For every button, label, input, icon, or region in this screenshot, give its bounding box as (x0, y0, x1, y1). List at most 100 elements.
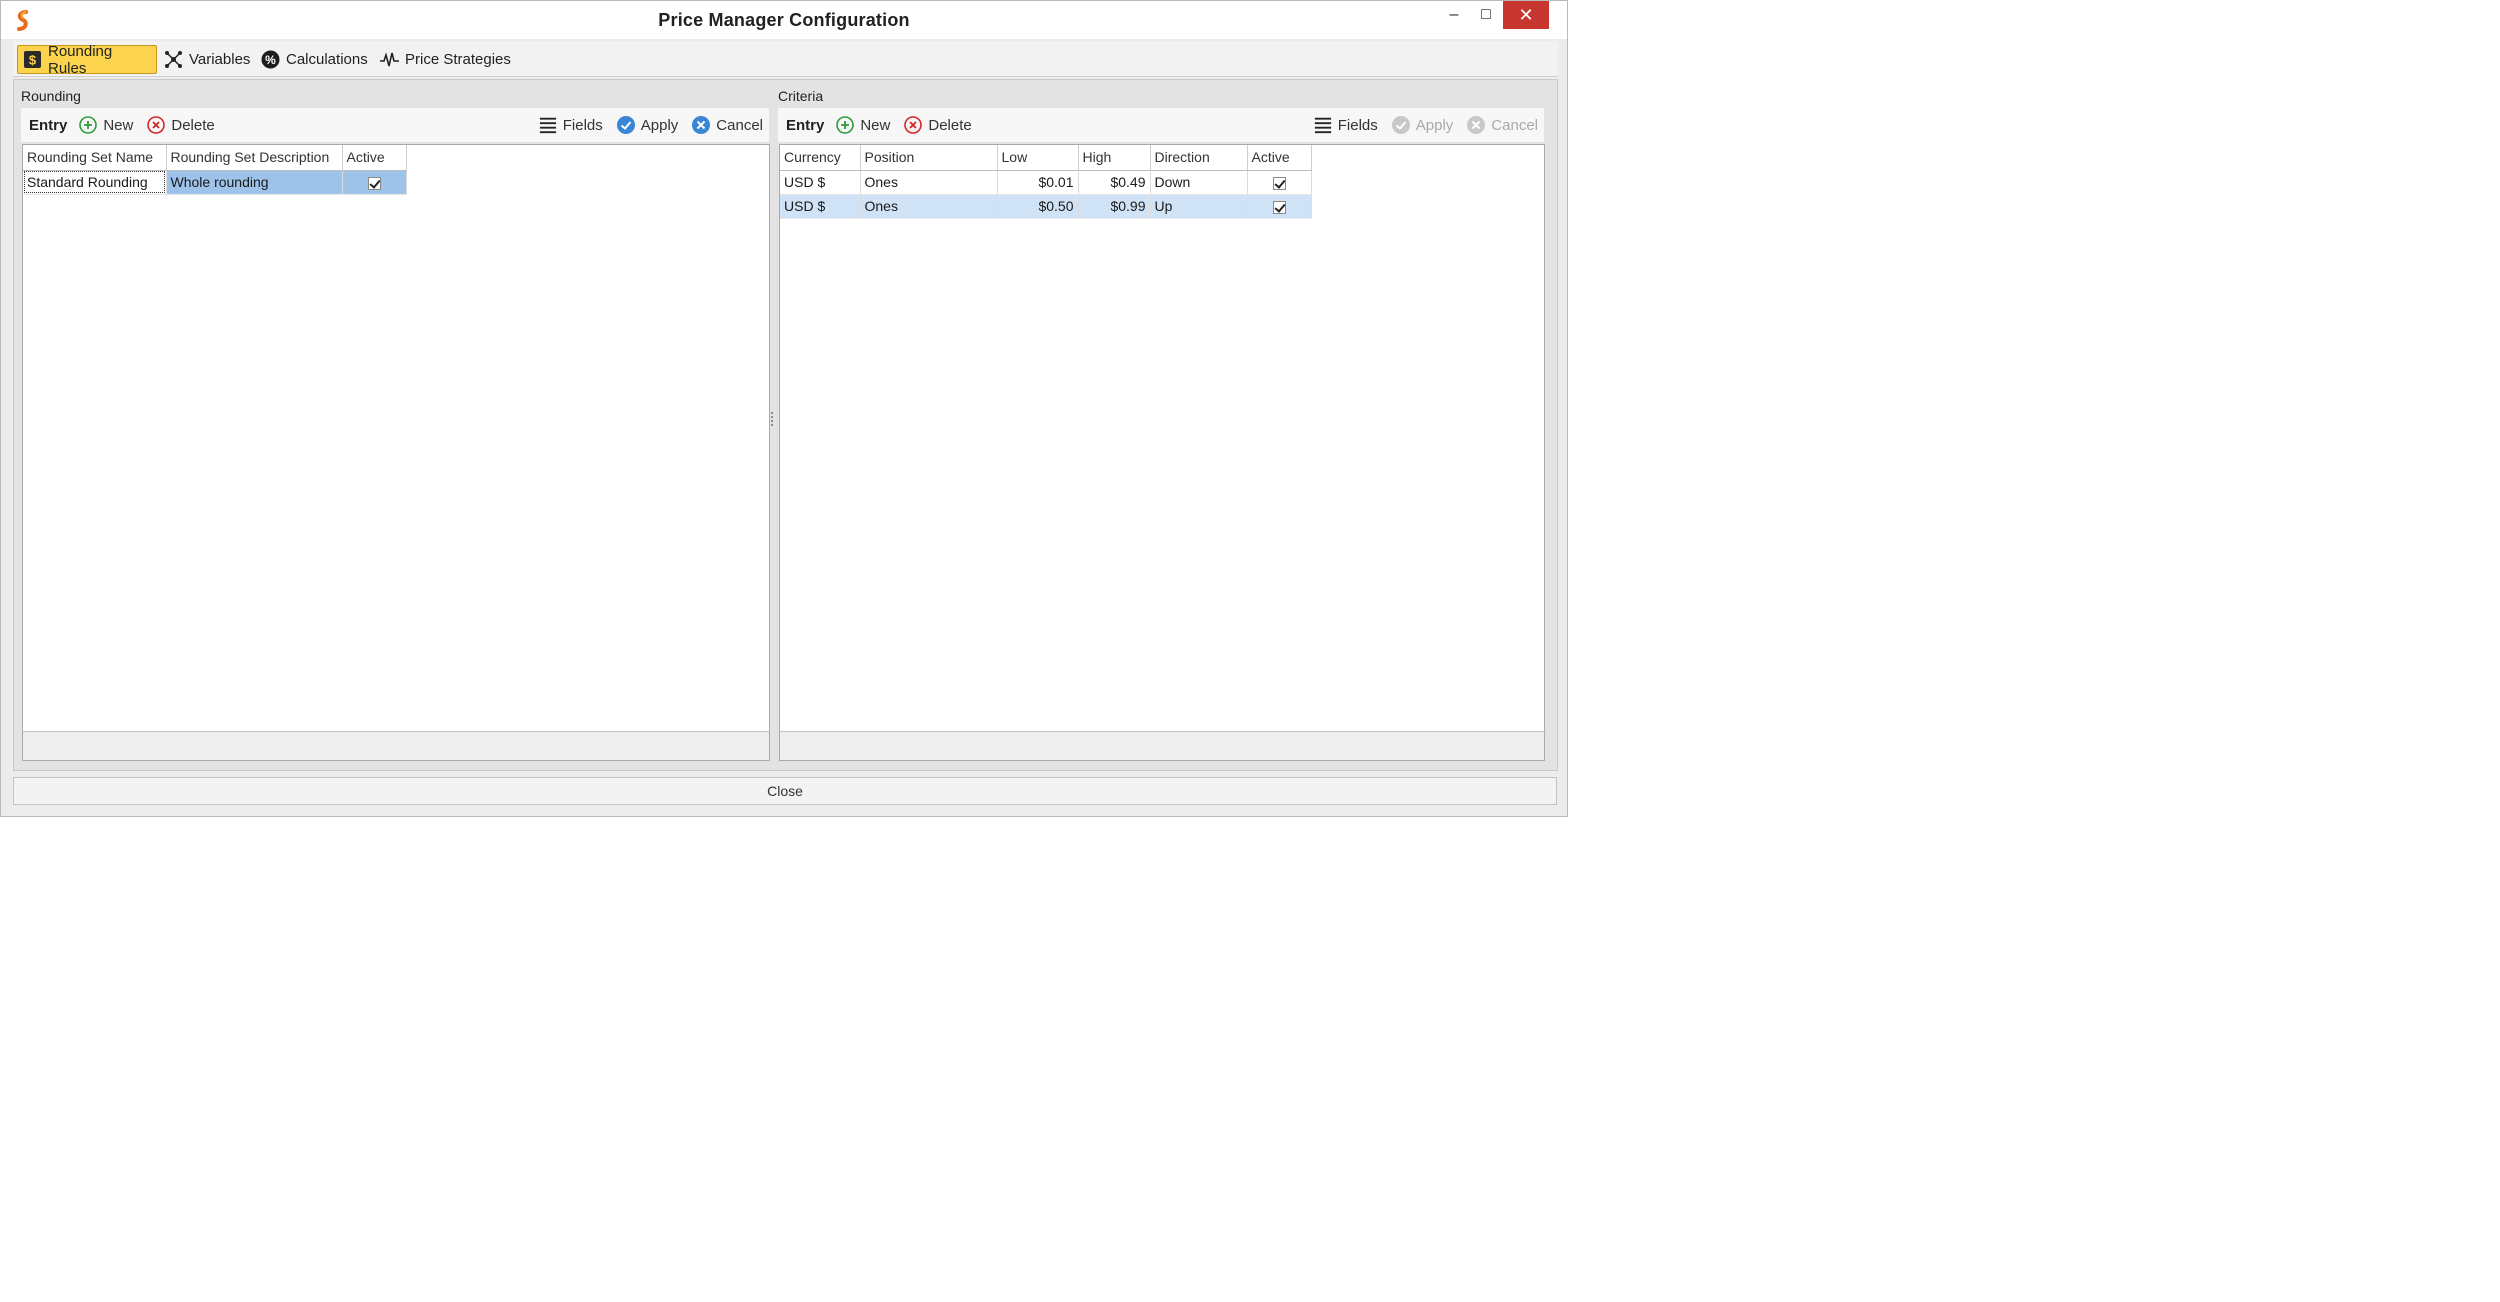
table-header-row: Rounding Set Name Rounding Set Descripti… (23, 145, 407, 171)
column-header[interactable]: Low (997, 145, 1079, 171)
apply-button[interactable]: Apply (616, 116, 679, 134)
table-row[interactable]: Standard Rounding Whole rounding (23, 170, 407, 195)
low-cell[interactable]: $0.01 (997, 170, 1079, 195)
active-cell[interactable] (1247, 170, 1312, 195)
entry-label: Entry (786, 116, 825, 134)
currency-cell[interactable]: USD $ (780, 170, 861, 195)
apply-label: Apply (640, 116, 679, 134)
plus-circle-icon (836, 116, 855, 134)
tab-label: Rounding Rules (48, 42, 113, 77)
svg-text:%: % (265, 53, 276, 67)
fields-button[interactable]: Fields (1314, 116, 1378, 134)
close-button[interactable]: Close (13, 777, 1557, 805)
position-cell[interactable]: Ones (860, 194, 998, 219)
delete-label: Delete (928, 116, 972, 134)
fields-label: Fields (562, 116, 603, 134)
tab-rounding-rules[interactable]: $ Rounding Rules (17, 42, 157, 77)
check-circle-icon (616, 116, 635, 134)
column-header[interactable]: Currency (780, 145, 861, 171)
panel-splitter[interactable] (770, 410, 774, 434)
entry-label: Entry (29, 116, 68, 134)
direction-cell[interactable]: Up (1150, 194, 1248, 219)
content-area: Rounding Entry New Delete Fields Apply C… (13, 79, 1558, 771)
table-row[interactable]: USD $ Ones $0.50 $0.99 Up (780, 194, 1312, 219)
new-label: New (103, 116, 134, 134)
price-manager-window: Price Manager Configuration ‒ □ ✕ $ Roun… (0, 0, 1568, 817)
new-button[interactable]: New (836, 116, 890, 134)
new-button[interactable]: New (79, 116, 133, 134)
dollar-box-icon: $ (23, 50, 42, 69)
tab-price-strategies[interactable]: Price Strategies (375, 45, 516, 74)
column-header[interactable]: High (1078, 145, 1151, 171)
cancel-circle-icon (1467, 116, 1486, 134)
active-cell[interactable] (1247, 194, 1312, 219)
rounding-set-name-cell[interactable]: Standard Rounding (23, 170, 167, 195)
title-bar: Price Manager Configuration ‒ □ ✕ (1, 1, 1567, 39)
column-header[interactable]: Rounding Set Name (23, 145, 167, 171)
menu-lines-icon (1314, 116, 1332, 134)
minimize-button[interactable]: ‒ (1437, 1, 1471, 29)
cancel-circle-icon (692, 116, 711, 134)
criteria-grid-footer (779, 731, 1545, 761)
close-window-button[interactable]: ✕ (1503, 1, 1549, 29)
x-circle-icon (147, 116, 166, 134)
rounding-table: Rounding Set Name Rounding Set Descripti… (23, 145, 407, 195)
column-header[interactable]: Active (1247, 145, 1312, 171)
column-header[interactable]: Rounding Set Description (166, 145, 343, 171)
high-cell[interactable]: $0.99 (1078, 194, 1151, 219)
rounding-set-description-cell[interactable]: Whole rounding (166, 170, 343, 195)
tab-calculations[interactable]: % Calculations (256, 45, 373, 74)
rounding-grid-footer (22, 731, 770, 761)
rounding-toolbar: Entry New Delete Fields Apply Cancel (21, 108, 769, 142)
position-cell[interactable]: Ones (860, 170, 998, 195)
tab-bar: $ Rounding Rules Variables % Calculation… (13, 41, 1558, 77)
rounding-panel: Rounding Entry New Delete Fields Apply C… (19, 80, 771, 770)
direction-cell[interactable]: Down (1150, 170, 1248, 195)
low-cell[interactable]: $0.50 (997, 194, 1079, 219)
cancel-button[interactable]: Cancel (692, 116, 763, 134)
cancel-label: Cancel (1491, 116, 1538, 134)
currency-cell[interactable]: USD $ (780, 194, 861, 219)
maximize-button[interactable]: □ (1469, 1, 1503, 29)
x-circle-icon (904, 116, 923, 134)
delete-button[interactable]: Delete (147, 116, 215, 134)
cancel-button[interactable]: Cancel (1467, 116, 1538, 134)
check-circle-icon (1391, 116, 1410, 134)
active-checkbox[interactable] (1272, 176, 1286, 190)
column-header[interactable]: Position (860, 145, 998, 171)
table-row[interactable]: USD $ Ones $0.01 $0.49 Down (780, 170, 1312, 195)
apply-button[interactable]: Apply (1391, 116, 1454, 134)
tab-label: Variables (189, 51, 251, 68)
window-title: Price Manager Configuration (658, 10, 910, 30)
delete-label: Delete (171, 116, 215, 134)
apply-label: Apply (1415, 116, 1454, 134)
rounding-grid: Rounding Set Name Rounding Set Descripti… (22, 144, 770, 732)
column-header[interactable]: Active (342, 145, 407, 171)
new-label: New (860, 116, 891, 134)
menu-lines-icon (539, 116, 557, 134)
tab-variables[interactable]: Variables (159, 45, 255, 74)
cancel-label: Cancel (716, 116, 763, 134)
plus-circle-icon (79, 116, 98, 134)
criteria-panel-title: Criteria (778, 88, 824, 104)
delete-button[interactable]: Delete (904, 116, 972, 134)
fields-button[interactable]: Fields (539, 116, 603, 134)
criteria-table: Currency Position Low High Direction Act… (780, 145, 1312, 219)
criteria-toolbar: Entry New Delete Fields Apply Cancel (778, 108, 1544, 142)
high-cell[interactable]: $0.49 (1078, 170, 1151, 195)
criteria-grid: Currency Position Low High Direction Act… (779, 144, 1545, 732)
tab-label: Calculations (286, 51, 368, 68)
active-checkbox[interactable] (367, 176, 381, 190)
criteria-panel: Criteria Entry New Delete Fields Apply C… (776, 80, 1552, 770)
active-cell[interactable] (342, 170, 407, 195)
active-checkbox[interactable] (1272, 200, 1286, 214)
column-header[interactable]: Direction (1150, 145, 1248, 171)
svg-text:$: $ (29, 53, 37, 68)
rounding-panel-title: Rounding (21, 88, 81, 104)
percent-circle-icon: % (261, 50, 280, 69)
tab-label: Price Strategies (405, 51, 511, 68)
table-header-row: Currency Position Low High Direction Act… (780, 145, 1312, 171)
network-icon (164, 50, 183, 69)
fields-label: Fields (1337, 116, 1378, 134)
pulse-line-icon (380, 50, 399, 69)
